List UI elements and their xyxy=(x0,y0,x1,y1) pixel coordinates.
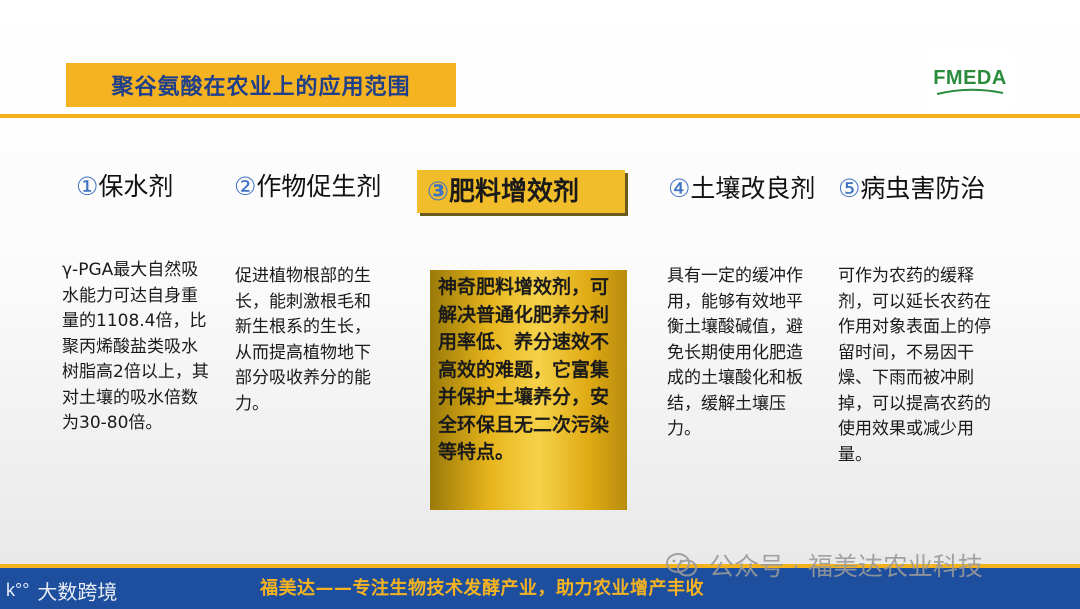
header-divider xyxy=(0,114,1080,118)
logo-text: FMEDA xyxy=(933,66,1007,89)
logo-swoosh-icon xyxy=(936,88,1004,95)
footer-slogan: 福美达——专注生物技术发酵产业，助力农业增产丰收 xyxy=(260,578,704,599)
page-title: 聚谷氨酸在农业上的应用范围 xyxy=(66,63,456,107)
footer-brand: k°° 大数跨境 xyxy=(6,576,117,605)
section-body-growth-promoter: 促进植物根部的生长，能刺激根毛和新生根系的生长，从而提高植物地下部分吸收养分的能… xyxy=(235,266,371,414)
section-body-soil-conditioner: 具有一定的缓冲作用，能够有效地平衡土壤酸碱值，避免长期使用化肥造成的土壤酸化和板… xyxy=(667,266,803,439)
brand-mark: k°° xyxy=(6,580,30,600)
section-title-fertilizer-synergist: ③ 肥料增效剂 xyxy=(417,170,625,213)
section-body-fertilizer-synergist: 神奇肥料增效剂，可解决普通化肥养分利用率低、养分速效不高效的难题，它富集并保护土… xyxy=(430,270,627,510)
section-title-growth-promoter: ②作物促生剂 xyxy=(234,172,382,201)
section-title-soil-conditioner: ④土壤改良剂 xyxy=(668,174,816,203)
section-title-pest-control: ⑤病虫害防治 xyxy=(838,174,986,203)
fmeda-logo: FMEDA xyxy=(926,50,1014,114)
watermark-text: 公众号 · 福美达农业科技 xyxy=(709,552,983,581)
wechat-icon xyxy=(666,553,697,577)
section-body-pest-control: 可作为农药的缓释剂，可以延长农药在作用对象表面上的停留时间，不易因干燥、下雨而被… xyxy=(838,266,991,465)
section-title-water-retention: ①保水剂 xyxy=(76,172,174,201)
brand-name: 大数跨境 xyxy=(37,580,118,604)
section-body-water-retention: γ-PGA最大自然吸水能力可达自身重量的1108.4倍，比聚丙烯酸盐类吸水树脂高… xyxy=(62,260,209,433)
watermark: 公众号 · 福美达农业科技 xyxy=(665,545,1065,585)
